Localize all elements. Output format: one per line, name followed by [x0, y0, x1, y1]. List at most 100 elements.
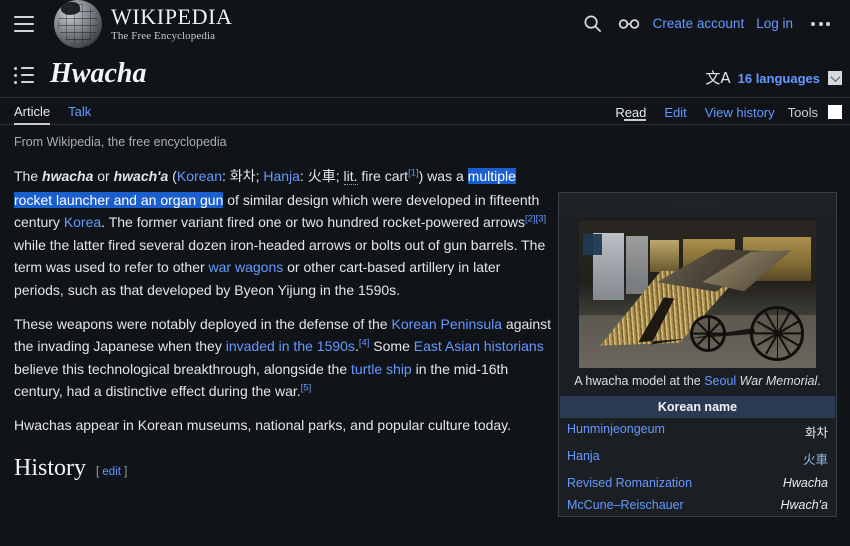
- table-row: Hunminjeongeum 화차: [559, 418, 836, 445]
- hamburger-bar: [14, 15, 34, 18]
- link-turtle-ship[interactable]: turtle ship: [351, 361, 412, 377]
- language-count-label: 16 languages: [737, 71, 820, 86]
- selected-text-part1: multiple: [467, 168, 516, 184]
- text: (: [168, 168, 177, 184]
- site-header: WIKIPEDIA The Free Encyclopedia Create a…: [0, 0, 850, 48]
- page-title-row: Hwacha 文A 16 languages: [0, 47, 850, 89]
- infobox-title: Hwacha: [559, 193, 836, 217]
- reference-3[interactable]: [3]: [536, 214, 547, 225]
- page-title: Hwacha: [50, 58, 147, 89]
- site-subtitle: From Wikipedia, the free encyclopedia: [14, 135, 227, 149]
- infobox: Hwacha A hwacha model at the Seoul War M…: [558, 192, 837, 517]
- row-value-revised-romanization: Hwacha: [782, 475, 828, 490]
- hanja-characters: 火車: [307, 169, 336, 185]
- chevron-down-icon[interactable]: [828, 71, 842, 85]
- tab-view-history[interactable]: View history: [696, 105, 784, 120]
- hamburger-bar: [14, 22, 34, 25]
- row-label-hunminjeongeum[interactable]: Hunminjeongeum: [559, 418, 720, 445]
- reference-2[interactable]: [2]: [525, 214, 536, 225]
- hwacha-wheel: [690, 315, 726, 352]
- dot: [818, 21, 823, 26]
- term-hwacha-alt: hwach'a: [113, 168, 169, 184]
- hwacha-model-photo[interactable]: [579, 221, 816, 368]
- row-label-revised-romanization[interactable]: Revised Romanization: [559, 472, 720, 494]
- text: :: [222, 168, 230, 184]
- text: The: [14, 168, 43, 184]
- row-value-hanja: 火車: [802, 451, 828, 467]
- text: believe this technological breakthrough,…: [14, 360, 352, 377]
- article-body: The hwacha or hwach'a (Korean: 화차; Hanja…: [14, 165, 554, 437]
- table-of-contents-icon[interactable]: [14, 64, 36, 86]
- caption-text: .: [817, 374, 821, 388]
- row-value-hunminjeongeum: 화차: [804, 424, 828, 440]
- row-label-hanja[interactable]: Hanja: [559, 445, 720, 472]
- section-title: History: [14, 454, 86, 481]
- tab-read[interactable]: Read: [615, 105, 655, 121]
- link-east-asian-historians[interactable]: East Asian historians: [414, 338, 544, 354]
- selected-text-part2: rocket launcher and an organ gun: [14, 191, 224, 208]
- link-seoul[interactable]: Seoul: [704, 374, 736, 388]
- tools-menu-label[interactable]: Tools: [784, 105, 822, 120]
- search-icon[interactable]: [575, 6, 611, 42]
- link-invaded-1590s[interactable]: invaded in the 1590s: [226, 338, 355, 354]
- globe-icon: [54, 0, 102, 48]
- link-hanja[interactable]: Hanja: [263, 168, 300, 184]
- link-korea[interactable]: Korea: [64, 214, 101, 230]
- korean-hangul: 화차: [229, 169, 256, 185]
- text: Some: [369, 338, 414, 355]
- link-war-wagons[interactable]: war wagons: [209, 259, 284, 275]
- wordmark-tagline: The Free Encyclopedia: [111, 29, 216, 42]
- glasses-icon[interactable]: [611, 6, 647, 42]
- header-actions: Create account Log in: [575, 0, 838, 47]
- table-row: Hanja 火車: [559, 445, 836, 472]
- toc-dot: [14, 66, 17, 70]
- dot: [811, 21, 815, 26]
- reference-1[interactable]: [1]: [408, 167, 419, 178]
- text: fire cart: [357, 168, 409, 184]
- reference-4[interactable]: [4]: [359, 338, 370, 349]
- table-row: McCune–Reischauer Hwach'a: [559, 494, 836, 516]
- toc-line: [14, 66, 36, 70]
- hamburger-icon[interactable]: [14, 12, 38, 36]
- tab-edit[interactable]: Edit: [655, 105, 695, 120]
- hamburger-bar: [14, 29, 34, 32]
- reference-5[interactable]: [5]: [301, 383, 312, 394]
- table-row: Revised Romanization Hwacha: [559, 472, 836, 494]
- log-in-link[interactable]: Log in: [750, 16, 799, 31]
- text: or: [93, 168, 114, 184]
- toc-line: [14, 80, 36, 84]
- link-korean-peninsula[interactable]: Korean Peninsula: [391, 316, 502, 332]
- infobox-image-wrapper: [559, 217, 836, 368]
- wikipedia-logo[interactable]: WIKIPEDIA The Free Encyclopedia: [54, 0, 232, 48]
- row-label-mccune-reischauer[interactable]: McCune–Reischauer: [559, 494, 720, 516]
- toc-line: [14, 73, 36, 77]
- wordmark: WIKIPEDIA: [111, 4, 233, 30]
- toc-dot: [14, 73, 17, 77]
- text: ;: [335, 168, 344, 184]
- toc-dash: [21, 74, 34, 76]
- ellipsis-icon[interactable]: [799, 21, 838, 26]
- paragraph-2: These weapons were notably deployed in t…: [14, 313, 554, 403]
- link-korean[interactable]: Korean: [177, 168, 222, 184]
- hwacha-wheel: [749, 306, 805, 361]
- infobox-image-caption: A hwacha model at the Seoul War Memorial…: [559, 368, 836, 396]
- text: . The former variant fired one or two hu…: [101, 214, 525, 231]
- tools-toggle-box[interactable]: [828, 105, 842, 119]
- create-account-link[interactable]: Create account: [647, 16, 751, 31]
- tab-talk[interactable]: Talk: [59, 98, 100, 124]
- tab-article[interactable]: Article: [14, 98, 59, 125]
- text: These weapons were notably deployed in t…: [14, 315, 392, 332]
- language-selector-button[interactable]: 文A 16 languages: [705, 71, 820, 87]
- paragraph-3: Hwachas appear in Korean museums, nation…: [14, 416, 512, 433]
- section-edit-link: [ edit ]: [96, 465, 128, 478]
- view-tabs: Read Edit View history Tools: [615, 98, 842, 126]
- display-case: [650, 240, 679, 273]
- edit-link[interactable]: edit: [102, 466, 121, 478]
- korean-name-header: Korean name: [560, 395, 835, 418]
- caption-italic: War Memorial: [736, 374, 818, 388]
- paragraph-1: The hwacha or hwach'a (Korean: 화차; Hanja…: [14, 165, 554, 302]
- caption-text: A hwacha model at the: [574, 374, 705, 388]
- row-value-mccune-reischauer: Hwach'a: [780, 497, 828, 512]
- museum-sign: [582, 234, 602, 255]
- lit-abbreviation: lit.: [343, 168, 358, 185]
